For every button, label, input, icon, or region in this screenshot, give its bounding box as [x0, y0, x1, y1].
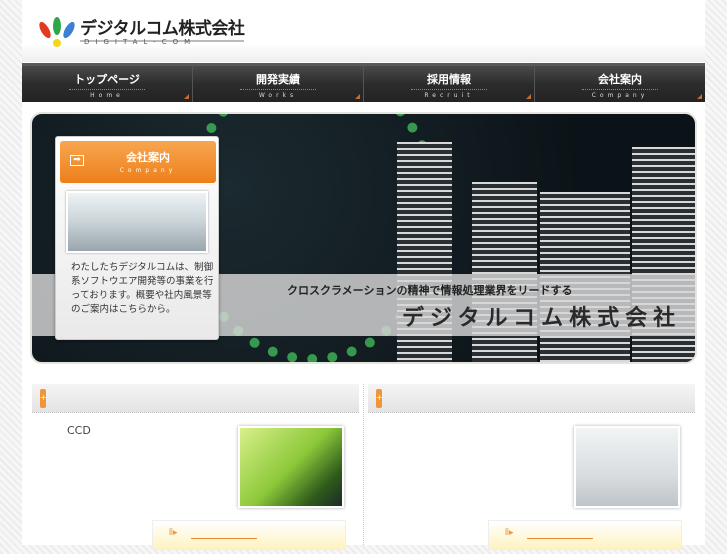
- corner-icon: [526, 94, 531, 99]
- meeting-photo: [574, 426, 680, 508]
- plus-icon: +: [40, 389, 47, 408]
- nav-sublabel: Recruit: [424, 92, 474, 99]
- nav-home[interactable]: トップページ Home: [22, 63, 193, 102]
- card-subtitle: Company: [119, 167, 177, 174]
- more-underline: [527, 538, 593, 539]
- more-icon: ⦀▸: [169, 528, 178, 538]
- nav-label: トップページ: [69, 71, 145, 90]
- nav-works[interactable]: 開発実績 Works: [193, 63, 364, 102]
- nav-sublabel: Works: [258, 92, 298, 99]
- nav-company[interactable]: 会社案内 Company: [535, 63, 705, 102]
- page: デジタルコム株式会社 DIGITAL-COM トップページ Home 開発実績 Wo…: [22, 0, 705, 550]
- more-icon: ⦀▸: [505, 528, 514, 538]
- section-text: CCD: [67, 424, 91, 437]
- corner-icon: [697, 94, 702, 99]
- logo-subtext: DIGITAL-COM: [84, 38, 197, 46]
- company-name: デジタルコム株式会社: [402, 306, 682, 331]
- content-column-left: + CCD ⦀▸: [32, 384, 359, 554]
- section-header: +: [32, 384, 359, 413]
- company-card: ➡ 会社案内 Company わたしたちデジタルコムは、制御系ソフトウエア開発等…: [55, 136, 219, 340]
- arrow-right-icon: ➡: [70, 155, 84, 166]
- column-divider: [363, 384, 364, 545]
- circuit-photo: [238, 426, 344, 508]
- corner-icon: [184, 94, 189, 99]
- corner-icon: [355, 94, 360, 99]
- header: デジタルコム株式会社 DIGITAL-COM: [22, 0, 705, 62]
- card-description: わたしたちデジタルコムは、制御系ソフトウエア開発等の事業を行っております。概要や…: [71, 262, 214, 315]
- logo-icon: [39, 17, 75, 47]
- nav-sublabel: Home: [90, 92, 124, 99]
- hero-banner: クロスクラメーションの精神で情報処理業界をリードする デジタルコム株式会社 ➡ …: [30, 112, 697, 364]
- content-column-right: + ⦀▸: [368, 384, 695, 554]
- company-card-button[interactable]: ➡ 会社案内 Company: [60, 141, 216, 183]
- more-underline: [191, 538, 257, 539]
- nav-recruit[interactable]: 採用情報 Recruit: [364, 63, 535, 102]
- office-photo: [66, 191, 208, 253]
- nav-label: 採用情報: [411, 71, 487, 90]
- plus-icon: +: [376, 389, 383, 408]
- more-button[interactable]: ⦀▸: [152, 520, 346, 550]
- nav-label: 会社案内: [582, 71, 658, 90]
- main-nav: トップページ Home 開発実績 Works 採用情報 Recruit 会社案内 Com…: [22, 63, 705, 102]
- nav-label: 開発実績: [240, 71, 316, 90]
- tagline: クロスクラメーションの精神で情報処理業界をリードする: [287, 284, 573, 297]
- nav-sublabel: Company: [591, 92, 649, 99]
- more-button[interactable]: ⦀▸: [488, 520, 682, 550]
- section-header: +: [368, 384, 695, 413]
